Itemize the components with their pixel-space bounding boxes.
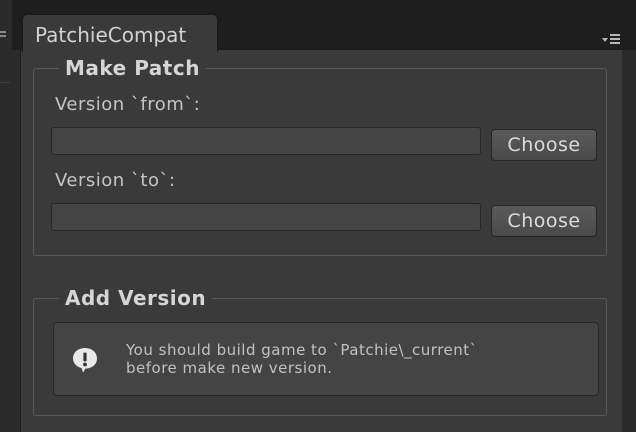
version-from-field[interactable] (51, 127, 481, 155)
make-patch-title: Make Patch (59, 56, 206, 80)
add-version-title: Add Version (59, 286, 213, 310)
choose-to-button[interactable]: Choose (491, 205, 597, 237)
help-line: You should build game to `Patchie\_curre… (126, 341, 478, 359)
tab-patchiecompat[interactable]: PatchieCompat (22, 14, 218, 52)
version-from-label: Version `from`: (55, 94, 201, 115)
adjacent-panel-edge (0, 0, 12, 432)
editor-window: PatchieCompat Make Patch Version `from`:… (0, 0, 636, 432)
divider (0, 82, 10, 83)
help-box: You should build game to `Patchie\_curre… (53, 322, 599, 396)
help-line: before make new version. (126, 359, 333, 377)
version-to-label: Version `to`: (55, 170, 176, 191)
window-menu-icon[interactable] (602, 34, 622, 46)
help-message: You should build game to `Patchie\_curre… (126, 341, 586, 377)
choose-from-button[interactable]: Choose (491, 129, 597, 161)
tab-label: PatchieCompat (35, 23, 187, 47)
info-exclamation-icon (73, 348, 97, 373)
window-content: Make Patch Version `from`: Choose Versio… (20, 50, 622, 432)
panel-grip-icon (0, 31, 8, 41)
version-to-field[interactable] (51, 203, 481, 231)
